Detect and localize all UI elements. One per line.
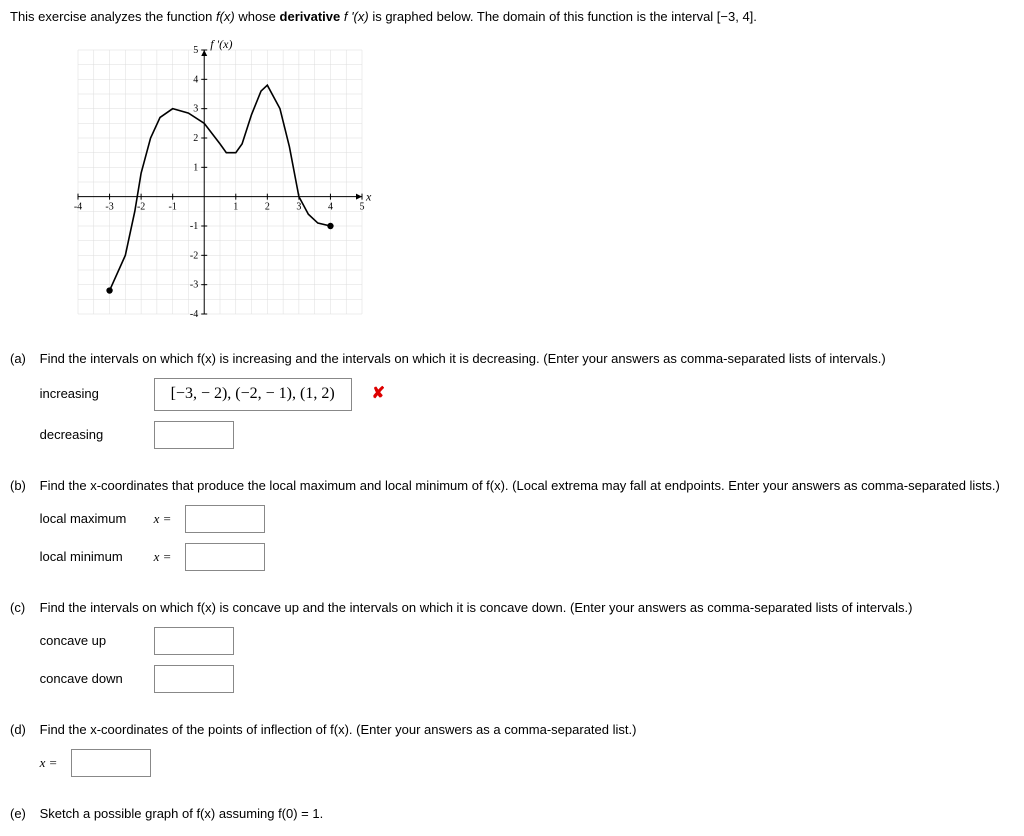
svg-text:x: x xyxy=(365,190,372,204)
svg-text:2: 2 xyxy=(265,202,270,213)
svg-text:3: 3 xyxy=(193,104,198,115)
part-a: (a) Find the intervals on which f(x) is … xyxy=(10,350,1014,459)
part-e-prompt: Sketch a possible graph of f(x) assuming… xyxy=(40,806,324,821)
decreasing-input[interactable] xyxy=(154,421,234,449)
local-max-input[interactable] xyxy=(185,505,265,533)
eq-label-max: x = xyxy=(154,510,172,528)
svg-text:-1: -1 xyxy=(190,221,198,232)
local-min-input[interactable] xyxy=(185,543,265,571)
part-e: (e) Sketch a possible graph of f(x) assu… xyxy=(10,805,1014,823)
local-min-label: local minimum xyxy=(40,548,140,566)
intro-fpx: f '(x) xyxy=(340,9,368,24)
part-a-prompt: Find the intervals on which f(x) is incr… xyxy=(40,351,886,366)
part-e-label: (e) xyxy=(10,805,36,823)
decreasing-label: decreasing xyxy=(40,426,140,444)
svg-text:-2: -2 xyxy=(190,251,198,262)
part-c-label: (c) xyxy=(10,599,36,617)
increasing-answer-box[interactable]: [−3, − 2), (−2, − 1), (1, 2) xyxy=(154,378,352,410)
eq-label-d: x = xyxy=(40,754,58,772)
intro-text: This exercise analyzes the function f(x)… xyxy=(10,8,1014,26)
concave-down-label: concave down xyxy=(40,670,140,688)
svg-text:2: 2 xyxy=(193,133,198,144)
chart-svg: -4 -3 -2 -1 1 2 3 4 5 -4 -3 -2 -1 1 2 3 4 5 f '(x) x xyxy=(60,32,380,332)
svg-text:5: 5 xyxy=(360,202,365,213)
svg-text:-3: -3 xyxy=(190,280,198,291)
part-c-prompt: Find the intervals on which f(x) is conc… xyxy=(40,600,913,615)
wrong-icon: ✘ xyxy=(372,383,385,405)
eq-label-min: x = xyxy=(154,548,172,566)
part-b-prompt: Find the x-coordinates that produce the … xyxy=(40,478,1000,493)
derivative-graph: -4 -3 -2 -1 1 2 3 4 5 -4 -3 -2 -1 1 2 3 4 5 f '(x) x xyxy=(60,32,1014,332)
svg-text:f '(x): f '(x) xyxy=(210,37,232,51)
svg-text:4: 4 xyxy=(193,75,198,86)
svg-text:-3: -3 xyxy=(105,202,113,213)
part-d-prompt: Find the x-coordinates of the points of … xyxy=(40,722,637,737)
part-d-label: (d) xyxy=(10,721,36,739)
increasing-label: increasing xyxy=(40,385,140,403)
svg-text:-4: -4 xyxy=(74,202,82,213)
part-c: (c) Find the intervals on which f(x) is … xyxy=(10,599,1014,703)
svg-text:1: 1 xyxy=(233,202,238,213)
svg-text:1: 1 xyxy=(193,163,198,174)
part-a-label: (a) xyxy=(10,350,36,368)
svg-text:-1: -1 xyxy=(168,202,176,213)
intro-bold: derivative xyxy=(280,9,341,24)
concave-up-input[interactable] xyxy=(154,627,234,655)
svg-text:-4: -4 xyxy=(190,309,198,320)
part-b: (b) Find the x-coordinates that produce … xyxy=(10,477,1014,581)
intro-fx: f(x) xyxy=(216,9,235,24)
intro-mid: whose xyxy=(235,9,280,24)
svg-text:-2: -2 xyxy=(137,202,145,213)
intro-pre: This exercise analyzes the function xyxy=(10,9,216,24)
svg-text:4: 4 xyxy=(328,202,333,213)
part-d: (d) Find the x-coordinates of the points… xyxy=(10,721,1014,787)
intro-post: is graphed below. The domain of this fun… xyxy=(369,9,757,24)
inflection-input[interactable] xyxy=(71,749,151,777)
svg-text:5: 5 xyxy=(193,45,198,56)
part-b-label: (b) xyxy=(10,477,36,495)
local-max-label: local maximum xyxy=(40,510,140,528)
concave-down-input[interactable] xyxy=(154,665,234,693)
concave-up-label: concave up xyxy=(40,632,140,650)
svg-text:3: 3 xyxy=(296,202,301,213)
